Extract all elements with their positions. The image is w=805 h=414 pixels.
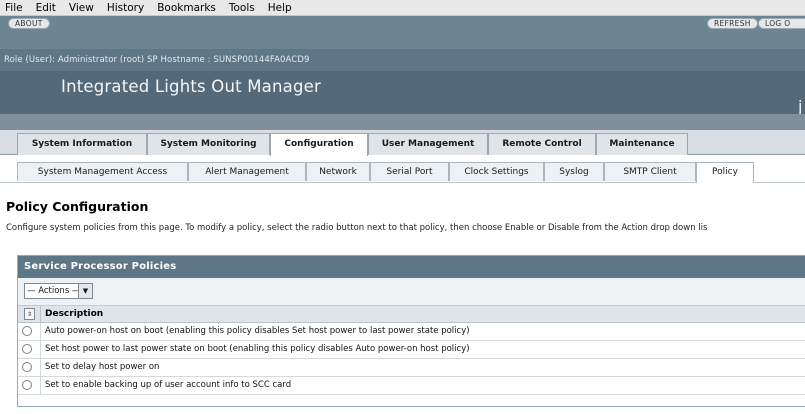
menu-history[interactable]: History (107, 2, 144, 14)
page-description: Configure system policies from this page… (6, 223, 708, 233)
row-radio[interactable] (22, 326, 32, 336)
tab-system-information[interactable]: System Information (17, 133, 147, 155)
row-radio[interactable] (22, 362, 32, 372)
subtab-smtp-client[interactable]: SMTP Client (604, 162, 696, 181)
table-row: Auto power-on host on boot (enabling thi… (18, 323, 805, 341)
sort-icon[interactable]: ⇕ (24, 308, 35, 320)
actions-dropdown-value: — Actions — (27, 286, 81, 296)
app-title: Integrated Lights Out Manager (61, 77, 321, 96)
row-description: Auto power-on host on boot (enabling thi… (40, 323, 470, 340)
table-header-row: ⇕ Description (18, 306, 805, 323)
chevron-down-icon: ▼ (78, 284, 92, 298)
policies-table: Service Processor Policies — Actions — ▼… (17, 255, 805, 407)
about-button[interactable]: ABOUT (8, 18, 50, 29)
menu-edit[interactable]: Edit (36, 2, 56, 14)
tab-user-management[interactable]: User Management (368, 133, 488, 155)
subtab-syslog[interactable]: Syslog (544, 162, 604, 181)
menu-tools[interactable]: Tools (229, 2, 255, 14)
page-title: Policy Configuration (6, 199, 149, 214)
row-description: Set to enable backing up of user account… (40, 377, 291, 394)
menu-bookmarks[interactable]: Bookmarks (157, 2, 216, 14)
secondary-tabs: System Management Access Alert Managemen… (0, 156, 805, 183)
logout-button[interactable]: LOG O (758, 18, 805, 29)
tab-maintenance[interactable]: Maintenance (596, 133, 688, 155)
subtab-network[interactable]: Network (306, 162, 370, 181)
refresh-button[interactable]: REFRESH (707, 18, 758, 29)
row-description: Set to delay host power on (40, 359, 159, 376)
menu-view[interactable]: View (69, 2, 94, 14)
table-row: Set to enable backing up of user account… (18, 377, 805, 395)
row-description: Set host power to last power state on bo… (40, 341, 470, 358)
subtab-serial-port[interactable]: Serial Port (370, 162, 449, 181)
subtab-clock-settings[interactable]: Clock Settings (449, 162, 544, 181)
masthead-strip (0, 114, 805, 130)
table-title: Service Processor Policies (18, 256, 805, 278)
subtab-system-management-access[interactable]: System Management Access (17, 162, 188, 181)
table-actions-bar: — Actions — ▼ (18, 278, 805, 306)
column-header-description[interactable]: Description (40, 306, 103, 323)
tab-system-monitoring[interactable]: System Monitoring (147, 133, 270, 155)
row-radio[interactable] (22, 380, 32, 390)
table-row: Set host power to last power state on bo… (18, 341, 805, 359)
primary-tabs: System Information System Monitoring Con… (0, 130, 805, 156)
actions-dropdown[interactable]: — Actions — ▼ (24, 283, 93, 299)
menu-help[interactable]: Help (268, 2, 292, 14)
browser-menubar: File Edit View History Bookmarks Tools H… (0, 0, 805, 16)
row-radio[interactable] (22, 344, 32, 354)
subtab-alert-management[interactable]: Alert Management (188, 162, 306, 181)
masthead-top-bar (0, 16, 805, 49)
menu-file[interactable]: File (5, 2, 23, 14)
masthead: ABOUT REFRESH LOG O Role (User): Adminis… (0, 16, 805, 116)
tab-configuration[interactable]: Configuration (270, 133, 368, 156)
subtab-policy[interactable]: Policy (696, 162, 754, 183)
table-row: Set to delay host power on (18, 359, 805, 377)
role-hostname-info: Role (User): Administrator (root) SP Hos… (4, 55, 310, 65)
tab-remote-control[interactable]: Remote Control (488, 133, 596, 155)
